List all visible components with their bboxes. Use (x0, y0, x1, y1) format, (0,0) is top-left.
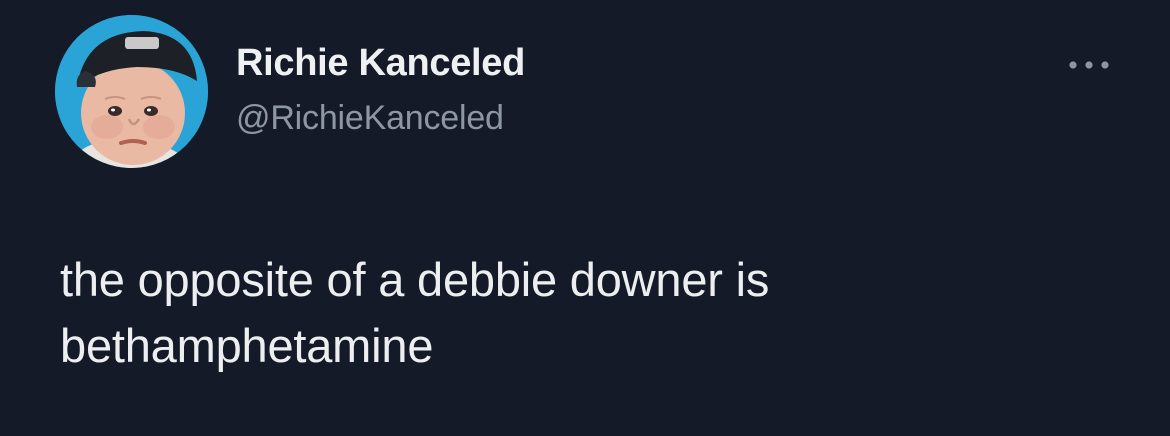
tweet-text-line: bethamphetamine (60, 319, 434, 372)
more-horizontal-icon (1069, 61, 1109, 69)
baby-face-avatar-icon (55, 15, 208, 168)
tweet-text: the opposite of a debbie downer is betha… (60, 247, 1120, 379)
author-handle[interactable]: @RichieKanceled (236, 99, 504, 138)
tweet-text-line: the opposite of a debbie downer is (60, 253, 770, 306)
author-display-name[interactable]: Richie Kanceled (236, 42, 525, 85)
more-options-button[interactable] (1060, 50, 1120, 80)
tweet-card: Richie Kanceled @RichieKanceled the oppo… (0, 0, 1170, 436)
avatar[interactable] (55, 15, 208, 168)
